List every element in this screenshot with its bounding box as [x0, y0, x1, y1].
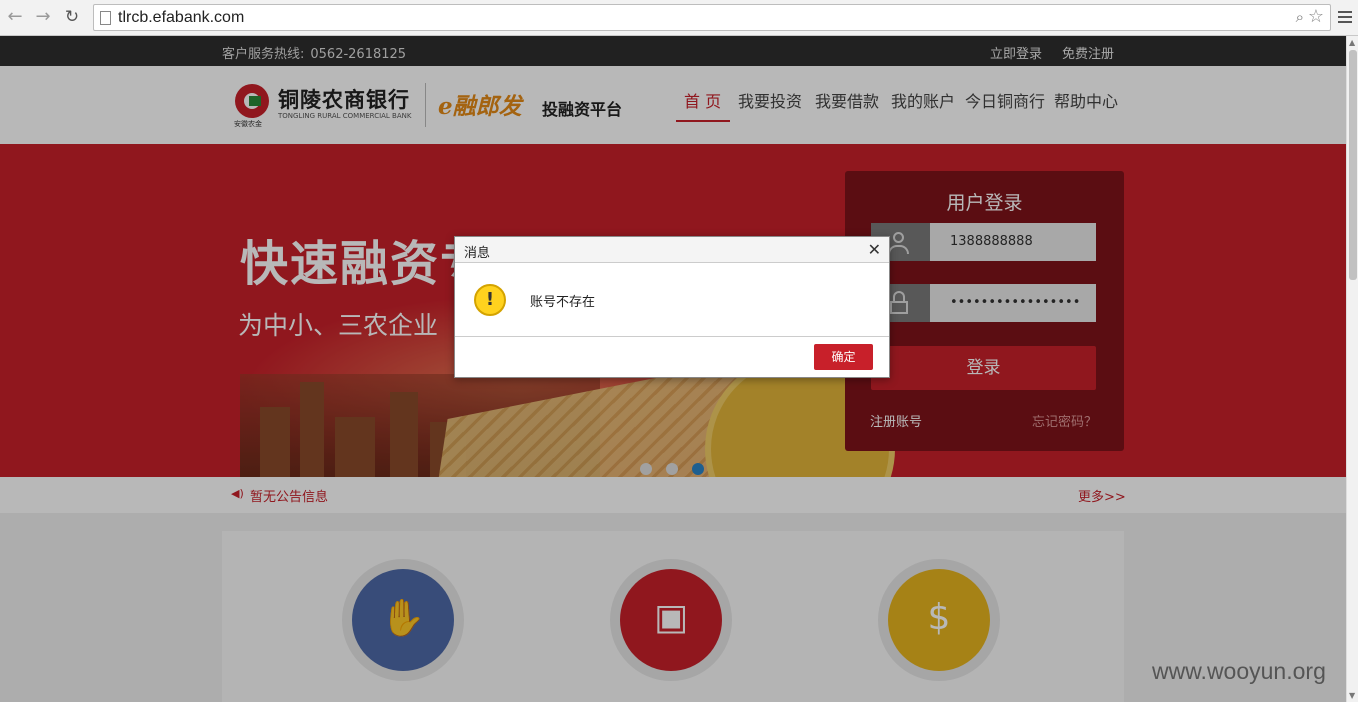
browser-toolbar: ← → ↻ tlrcb.efabank.com ⌕ ☆	[0, 0, 1358, 36]
reload-button[interactable]: ↻	[61, 6, 83, 28]
address-url: tlrcb.efabank.com	[118, 9, 245, 26]
watermark: www.wooyun.org	[1152, 658, 1326, 684]
reload-icon: ↻	[64, 7, 80, 27]
page-icon	[100, 11, 111, 25]
forward-arrow-icon: →	[35, 6, 51, 27]
scroll-up-icon[interactable]: ▲	[1349, 38, 1355, 47]
address-bar[interactable]: tlrcb.efabank.com ⌕ ☆	[93, 4, 1331, 31]
dialog-title: 消息	[464, 246, 491, 261]
dialog-header: 消息 ✕	[455, 237, 889, 263]
dialog-message: 账号不存在	[530, 295, 596, 310]
back-button[interactable]: ←	[4, 6, 26, 28]
ok-button[interactable]: 确定	[814, 344, 873, 370]
close-icon[interactable]: ✕	[868, 240, 881, 259]
message-dialog: 消息 ✕ ! 账号不存在 确定	[454, 236, 890, 378]
zoom-icon[interactable]: ⌕	[1296, 8, 1304, 26]
forward-button[interactable]: →	[32, 6, 54, 28]
browser-menu-icon[interactable]	[1338, 9, 1352, 25]
dialog-footer: 确定	[455, 336, 889, 377]
scroll-down-icon[interactable]: ▼	[1349, 691, 1355, 700]
warning-icon: !	[474, 284, 506, 316]
scrollbar-thumb[interactable]	[1349, 50, 1357, 280]
bookmark-star-icon[interactable]: ☆	[1308, 6, 1324, 27]
back-arrow-icon: ←	[7, 6, 23, 27]
page-scrollbar[interactable]: ▲ ▼	[1346, 36, 1358, 702]
